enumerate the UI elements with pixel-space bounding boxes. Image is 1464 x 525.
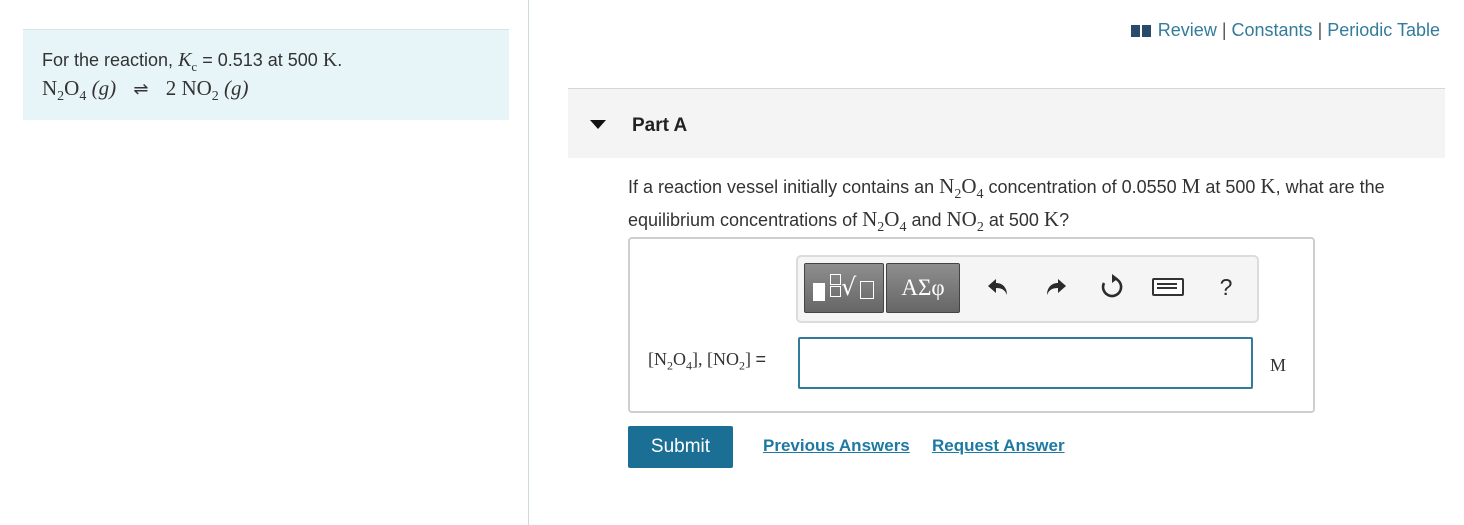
help-button[interactable]: ? bbox=[1210, 271, 1242, 303]
keyboard-icon[interactable] bbox=[1152, 271, 1184, 303]
submit-button[interactable]: Submit bbox=[628, 426, 733, 468]
reaction-intro-text: For the reaction, Kc = 0.513 at 500 K. bbox=[42, 49, 343, 74]
undo-icon[interactable] bbox=[982, 271, 1014, 303]
math-toolbar: √ ΑΣφ ? bbox=[796, 255, 1259, 323]
request-answer-link[interactable]: Request Answer bbox=[932, 436, 1065, 456]
answer-area: √ ΑΣφ ? [N2O4], [NO2] = M bbox=[628, 237, 1315, 413]
left-panel: For the reaction, Kc = 0.513 at 500 K. N… bbox=[0, 0, 529, 525]
greek-symbols-button[interactable]: ΑΣφ bbox=[886, 263, 960, 313]
reaction-equation: N2O4 (g) ⇌ 2 NO2 (g) bbox=[42, 76, 249, 105]
part-a-header[interactable]: Part A bbox=[568, 88, 1445, 158]
k-unit: K bbox=[322, 49, 338, 71]
review-link[interactable]: Review bbox=[1158, 20, 1217, 41]
caret-down-icon[interactable] bbox=[590, 120, 606, 129]
question-text: If a reaction vessel initially contains … bbox=[628, 174, 1385, 236]
answer-label: [N2O4], [NO2] = bbox=[648, 349, 767, 373]
templates-icon: √ bbox=[811, 271, 877, 305]
periodic-table-link[interactable]: Periodic Table bbox=[1327, 20, 1440, 41]
k-value: = 0.513 at 500 bbox=[197, 50, 323, 70]
book-icon bbox=[1130, 24, 1151, 38]
resource-links: Review | Constants | Periodic Table bbox=[1130, 20, 1440, 41]
equilibrium-arrow: ⇌ bbox=[133, 79, 149, 99]
product-state: (g) bbox=[224, 76, 249, 100]
reaction-intro-box: For the reaction, Kc = 0.513 at 500 K. N… bbox=[23, 29, 509, 120]
redo-icon[interactable] bbox=[1040, 271, 1072, 303]
answer-unit: M bbox=[1270, 355, 1287, 375]
constants-link[interactable]: Constants bbox=[1232, 20, 1313, 41]
previous-answers-link[interactable]: Previous Answers bbox=[763, 436, 910, 456]
templates-button[interactable]: √ bbox=[804, 263, 884, 313]
answer-input[interactable] bbox=[798, 337, 1253, 389]
k-symbol: Kc bbox=[178, 49, 198, 74]
reset-icon[interactable] bbox=[1096, 271, 1128, 303]
reactant-state: (g) bbox=[91, 76, 117, 100]
intro-prefix: For the reaction, bbox=[42, 50, 179, 70]
part-title: Part A bbox=[632, 115, 688, 136]
